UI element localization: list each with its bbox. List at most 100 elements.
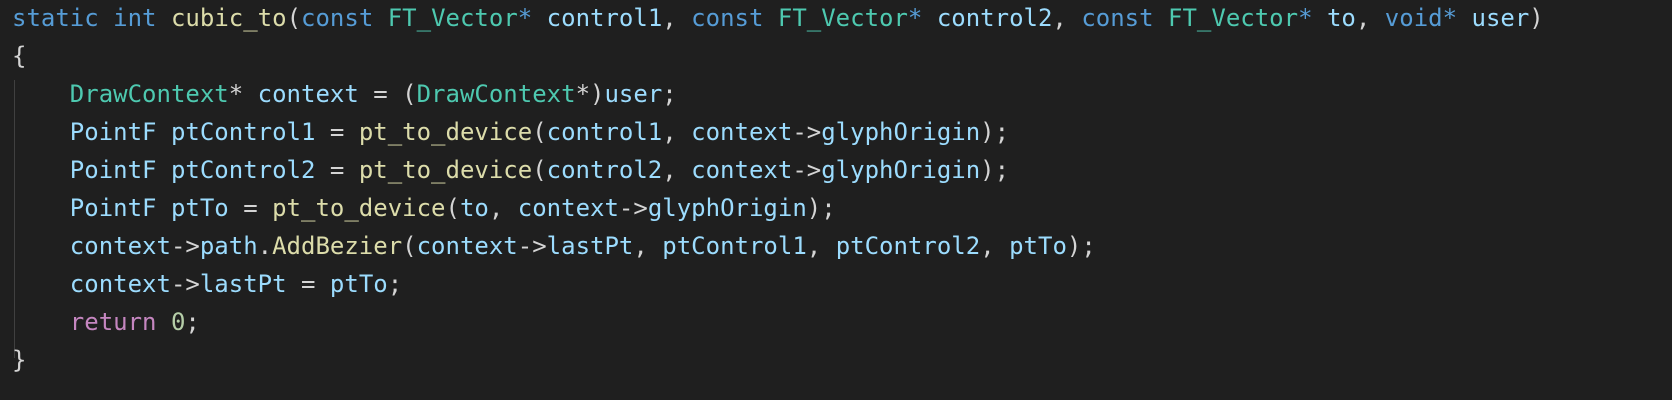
code-token: = [286,270,330,298]
code-token: , [1355,4,1385,32]
code-token: = [315,156,359,184]
code-token: lastPt [546,232,634,260]
code-token: 0 [170,308,186,336]
code-token: *) [575,80,605,108]
code-token: PointF [69,194,157,222]
code-token: , [1052,4,1082,32]
code-token: PointF [69,156,157,184]
code-token: , [662,118,692,146]
code-token: ( [532,118,547,146]
code-token: static [12,4,99,32]
code-token: -> [792,156,822,184]
code-token: , [980,232,1010,260]
code-token: AddBezier [272,232,403,260]
code-token: glyphOrigin [821,156,981,184]
code-line[interactable]: PointF ptTo = pt_to_device(to, context->… [12,188,836,228]
code-line[interactable]: context->lastPt = ptTo; [12,264,402,304]
code-token: ptTo [329,270,388,298]
code-token: * [228,80,258,108]
code-token: -> [170,270,200,298]
code-token: * [517,4,547,32]
code-token: ); [1066,232,1096,260]
code-token: FT_Vector [777,4,908,32]
code-line[interactable]: return 0; [12,302,200,342]
code-token: ); [980,156,1010,184]
code-token: -> [618,194,648,222]
code-token: , [662,156,692,184]
code-token: = [228,194,273,222]
code-token: FT_Vector [387,4,518,32]
code-token: , [488,194,518,222]
code-token: context [517,194,619,222]
code-token: control2 [936,4,1053,32]
code-line[interactable]: PointF ptControl1 = pt_to_device(control… [12,112,1009,152]
code-token: path [199,232,258,260]
code-token: PointF [69,118,157,146]
code-line[interactable]: { [12,36,26,76]
code-token: control1 [546,118,663,146]
code-token: , [633,232,663,260]
code-token: ; [185,308,200,336]
code-token: * [907,4,937,32]
code-token: context [691,118,793,146]
code-token: control1 [546,4,663,32]
code-token: ( [532,156,547,184]
code-token: * [1298,4,1327,32]
code-line[interactable]: static int cubic_to(const FT_Vector* con… [12,0,1544,38]
code-token: user [1471,4,1530,32]
code-token: context [257,80,359,108]
code-token: ptControl2 [835,232,981,260]
code-token: ( [402,232,417,260]
code-token: ; [662,80,677,108]
code-token: DrawContext [416,80,576,108]
code-line[interactable]: DrawContext* context = (DrawContext*)use… [12,74,677,114]
code-token: ); [806,194,836,222]
code-editor[interactable]: static int cubic_to(const FT_Vector* con… [0,0,1672,400]
code-token: * [1442,4,1472,32]
code-token: . [257,232,273,260]
code-token: ( [286,4,302,32]
code-line[interactable]: context->path.AddBezier(context->lastPt,… [12,226,1096,266]
code-token: , [806,232,836,260]
code-token: = ( [358,80,417,108]
code-token: control2 [546,156,663,184]
code-token: ( [445,194,460,222]
code-token: pt_to_device [358,118,533,146]
code-token: -> [792,118,822,146]
code-token: context [416,232,518,260]
code-line[interactable]: PointF ptControl2 = pt_to_device(control… [12,150,1009,190]
code-token: ); [980,118,1010,146]
code-token: ptTo [1009,232,1067,260]
code-token: DrawContext [69,80,229,108]
code-token: ptTo [170,194,229,222]
code-token: } [12,346,27,374]
code-token: -> [170,232,200,260]
code-token: lastPt [199,270,287,298]
code-token: FT_Vector [1168,4,1299,32]
code-token: -> [517,232,547,260]
code-token: context [69,232,171,260]
code-token: glyphOrigin [647,194,807,222]
code-token: ptControl2 [170,156,316,184]
code-token: ptControl1 [170,118,316,146]
code-line[interactable]: } [12,340,26,380]
code-token: pt_to_device [272,194,446,222]
code-token: pt_to_device [358,156,533,184]
code-token: cubic_to [170,4,287,32]
code-token: , [662,4,692,32]
code-token: ptControl1 [662,232,807,260]
